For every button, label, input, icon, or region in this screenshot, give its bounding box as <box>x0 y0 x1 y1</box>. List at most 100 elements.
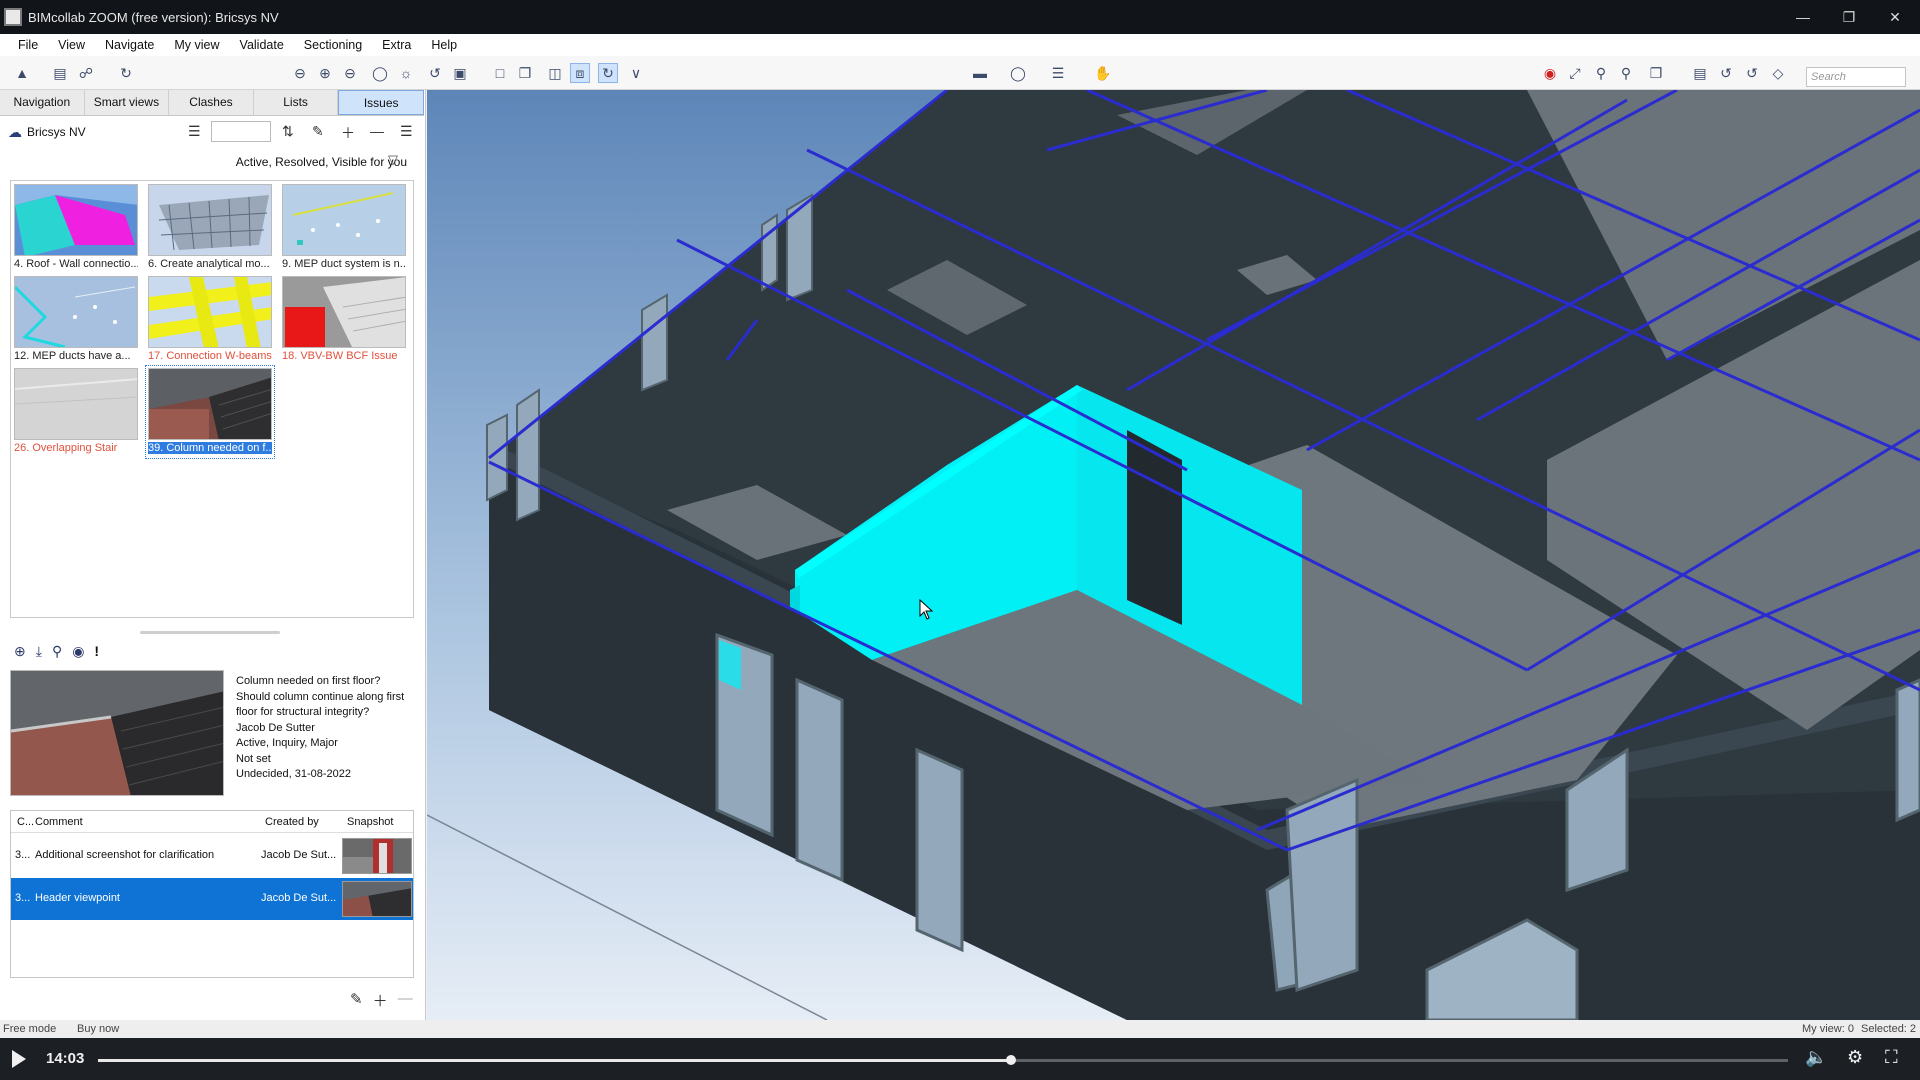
video-progress[interactable] <box>98 1055 1788 1065</box>
section-box-icon[interactable]: ◯ <box>1008 63 1028 83</box>
walk-icon[interactable]: ∨ <box>626 63 646 83</box>
issue-item[interactable]: 6. Create analytical mo... <box>146 182 274 274</box>
save-icon[interactable]: ▤ <box>50 63 70 83</box>
comment-author: Jacob De Sut... <box>261 892 337 904</box>
list-icon[interactable]: ☰ <box>188 123 201 140</box>
issue-item[interactable]: 18. VBV-BW BCF Issue <box>280 274 408 366</box>
rotate-icon[interactable]: ↻ <box>598 63 618 83</box>
properties-icon[interactable]: ❐ <box>1646 63 1666 83</box>
menu-file[interactable]: File <box>18 38 38 52</box>
issue-item[interactable]: 12. MEP ducts have a... <box>12 274 140 366</box>
col-header[interactable]: Snapshot <box>347 816 393 828</box>
view-3d-icon[interactable]: ⧈ <box>570 63 590 83</box>
menu-navigate[interactable]: Navigate <box>105 38 154 52</box>
measure-icon[interactable]: ⚲ <box>1591 63 1611 83</box>
panel-splitter[interactable] <box>140 631 280 634</box>
open-file-icon[interactable]: ▲ <box>12 63 32 83</box>
issue-search-input[interactable] <box>211 121 271 142</box>
view-front-icon[interactable]: □ <box>490 63 510 83</box>
buy-now-link[interactable]: Buy now <box>77 1023 119 1035</box>
issue-actions: ⊕ ⤓ ⚲ ◉ ! <box>14 641 109 661</box>
filter-icon[interactable]: ▽ <box>388 152 398 168</box>
comment-author: Jacob De Sut... <box>261 849 337 861</box>
play-icon[interactable] <box>12 1050 26 1068</box>
col-header[interactable]: Comment <box>35 816 83 828</box>
view-copy-icon[interactable]: ❐ <box>515 63 535 83</box>
report-icon[interactable]: ▤ <box>1690 63 1710 83</box>
hand-icon[interactable]: ✋ <box>1093 63 1113 83</box>
find-icon[interactable]: ⚲ <box>1616 63 1636 83</box>
tab-navigation[interactable]: Navigation <box>0 90 85 115</box>
zoom-fit-icon[interactable]: ⊖ <box>290 63 310 83</box>
tab-issues[interactable]: Issues <box>338 90 424 115</box>
zoom-to-icon[interactable]: ⊕ <box>14 643 26 660</box>
tab-clashes[interactable]: Clashes <box>169 90 254 115</box>
comment-row-selected[interactable]: 3... Header viewpoint Jacob De Sut... <box>11 878 413 920</box>
transparency-icon[interactable]: ↺ <box>1716 63 1736 83</box>
issue-label: 39. Column needed on f... <box>148 442 272 454</box>
camera-icon[interactable]: ▣ <box>450 63 470 83</box>
issue-label: 26. Overlapping Stair <box>14 442 118 454</box>
share-icon[interactable]: ☍ <box>76 63 96 83</box>
hide-icon[interactable]: ↺ <box>1742 63 1762 83</box>
comment-snapshot[interactable] <box>342 838 412 874</box>
issue-item-selected[interactable]: 39. Column needed on f... <box>145 365 275 459</box>
menu-view[interactable]: View <box>58 38 85 52</box>
menu-help[interactable]: Help <box>431 38 457 52</box>
video-scrubber[interactable] <box>1005 1055 1016 1065</box>
building-model[interactable] <box>427 90 1920 1020</box>
menu-extra[interactable]: Extra <box>382 38 411 52</box>
video-controls: 14:03 🔈 ⚙ ⛶ <box>0 1038 1920 1080</box>
light-icon[interactable]: ☼ <box>396 63 416 83</box>
menu-sectioning[interactable]: Sectioning <box>304 38 362 52</box>
menu-validate[interactable]: Validate <box>240 38 284 52</box>
minimize-icon[interactable]: — <box>1780 0 1826 34</box>
zoom-out-icon[interactable]: ⊖ <box>340 63 360 83</box>
layers-icon[interactable]: ☰ <box>1048 63 1068 83</box>
tab-smart-views[interactable]: Smart views <box>85 90 170 115</box>
comment-snapshot[interactable] <box>342 881 412 917</box>
undo-icon[interactable]: ↺ <box>425 63 445 83</box>
sync-icon[interactable]: ↻ <box>116 63 136 83</box>
window-restore-icon[interactable]: ❐ <box>1826 0 1872 34</box>
issue-item[interactable]: 9. MEP duct system is n... <box>280 182 408 274</box>
expand-icon[interactable]: ⤢ <box>1565 63 1585 83</box>
comment-icon[interactable]: ⚲ <box>52 643 62 660</box>
fullscreen-icon[interactable]: ⛶ <box>1885 1047 1898 1068</box>
comments-table: C... Comment Created by Snapshot 3... Ad… <box>10 810 414 978</box>
tab-lists[interactable]: Lists <box>254 90 339 115</box>
remove-icon[interactable]: — <box>370 123 384 139</box>
settings-icon[interactable]: ⚙ <box>1847 1047 1863 1068</box>
isolate-icon[interactable]: ◇ <box>1768 63 1788 83</box>
issue-item[interactable]: 17. Connection W-beams <box>146 274 274 366</box>
issue-item[interactable]: 4. Roof - Wall connectio... <box>12 182 140 274</box>
comment-row[interactable]: 3... Additional screenshot for clarifica… <box>11 835 413 877</box>
issue-snapshot <box>10 670 224 796</box>
edit-comment-icon[interactable]: ✎ <box>350 990 363 1011</box>
search-input[interactable]: Search <box>1806 67 1906 87</box>
project-name[interactable]: Bricsys NV <box>27 125 86 139</box>
issue-item[interactable]: 26. Overlapping Stair <box>12 366 140 458</box>
section-plane-icon[interactable]: ▬ <box>970 63 990 83</box>
window-title: BIMcollab ZOOM (free version): Bricsys N… <box>28 9 279 25</box>
view-side-icon[interactable]: ◫ <box>545 63 565 83</box>
col-header[interactable]: Created by <box>265 816 319 828</box>
status-myview: My view: 0 <box>1802 1023 1854 1035</box>
download-icon[interactable]: ⤓ <box>36 643 42 660</box>
alert-icon[interactable]: ◉ <box>1540 63 1560 83</box>
volume-icon[interactable]: 🔈 <box>1805 1047 1827 1068</box>
orbit-icon[interactable]: ◯ <box>370 63 390 83</box>
sort-icon[interactable]: ⇅ <box>282 123 294 140</box>
close-icon[interactable]: ✕ <box>1872 0 1918 34</box>
menu-icon[interactable]: ☰ <box>400 123 413 140</box>
zoom-in-icon[interactable]: ⊕ <box>315 63 335 83</box>
3d-viewport[interactable] <box>427 90 1920 1020</box>
col-header[interactable]: C... <box>17 816 34 828</box>
exclamation-icon[interactable]: ! <box>94 643 99 659</box>
add-comment-icon[interactable]: ＋ <box>373 990 388 1011</box>
delete-comment-icon[interactable]: — <box>398 990 413 1011</box>
add-icon[interactable]: ＋ <box>341 123 355 143</box>
menu-my-view[interactable]: My view <box>174 38 219 52</box>
edit-icon[interactable]: ✎ <box>312 123 324 140</box>
camera-icon[interactable]: ◉ <box>72 643 84 660</box>
